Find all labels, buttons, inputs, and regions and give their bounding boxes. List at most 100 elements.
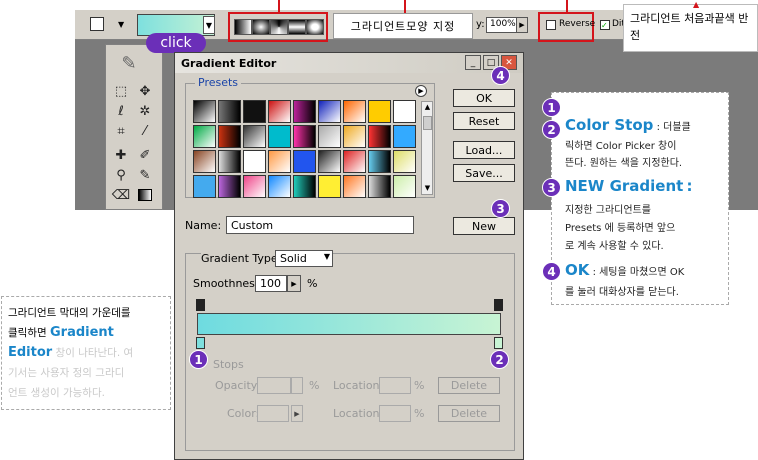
- preset-swatch[interactable]: [293, 150, 316, 173]
- scroll-down-icon[interactable]: ▼: [423, 184, 432, 193]
- dialog-title: Gradient Editor: [181, 56, 277, 70]
- healing-brush-icon[interactable]: ✚: [110, 145, 132, 165]
- gradient-bar[interactable]: [197, 313, 501, 335]
- load-button[interactable]: Load...: [453, 141, 515, 159]
- move-tool-icon[interactable]: ✥: [134, 81, 156, 101]
- brush-tool-icon[interactable]: ✐: [134, 145, 156, 165]
- tool-preset-icon[interactable]: [90, 17, 104, 31]
- left-note-line5: 언트 생성이 가능하다.: [8, 387, 105, 399]
- preset-swatch[interactable]: [293, 100, 316, 123]
- linear-gradient-button[interactable]: [234, 19, 252, 35]
- preset-swatch[interactable]: [268, 100, 291, 123]
- opacity-stop-right[interactable]: [494, 299, 503, 311]
- preset-swatch[interactable]: [193, 150, 216, 173]
- preset-swatch[interactable]: [318, 125, 341, 148]
- save-button[interactable]: Save...: [453, 164, 515, 182]
- gradient-type-select[interactable]: Solid ▼: [275, 250, 333, 267]
- radial-gradient-button[interactable]: [252, 19, 270, 35]
- preset-swatch[interactable]: [343, 100, 366, 123]
- preset-swatch[interactable]: [318, 150, 341, 173]
- preset-swatch[interactable]: [243, 150, 266, 173]
- preset-swatch[interactable]: [393, 125, 416, 148]
- preset-swatch[interactable]: [243, 125, 266, 148]
- preset-swatch[interactable]: [293, 125, 316, 148]
- opacity-arrow-icon[interactable]: ▶: [516, 17, 528, 33]
- marquee-tool-icon[interactable]: ⬚: [110, 81, 132, 101]
- magic-wand-icon[interactable]: ✲: [134, 101, 156, 121]
- crop-tool-icon[interactable]: ⌗: [110, 121, 132, 141]
- preset-swatch[interactable]: [268, 150, 291, 173]
- preset-swatch[interactable]: [193, 100, 216, 123]
- color-location-input[interactable]: [379, 405, 411, 422]
- eraser-tool-icon[interactable]: ⌫: [110, 185, 132, 205]
- gradient-dropdown-icon[interactable]: ▼: [203, 16, 215, 34]
- preset-swatch[interactable]: [243, 175, 266, 198]
- preset-swatch[interactable]: [268, 125, 291, 148]
- opacity-stop-arrow[interactable]: [291, 377, 303, 394]
- preset-swatch[interactable]: [218, 175, 241, 198]
- color-stop-right[interactable]: [494, 337, 503, 349]
- scroll-thumb[interactable]: [423, 116, 432, 130]
- smoothness-arrow-icon[interactable]: ▶: [287, 275, 301, 292]
- lasso-tool-icon[interactable]: ℓ: [110, 101, 132, 121]
- color-stop-text-a: : 더블클: [656, 122, 691, 133]
- preset-swatch[interactable]: [293, 175, 316, 198]
- reverse-checkbox[interactable]: [546, 20, 556, 30]
- preset-swatch[interactable]: [318, 100, 341, 123]
- gradient-tool-icon[interactable]: [134, 185, 156, 205]
- preset-swatch[interactable]: [318, 175, 341, 198]
- diamond-gradient-button[interactable]: [306, 19, 324, 35]
- minimize-icon[interactable]: _: [465, 55, 481, 70]
- opacity-location-label: Location:: [333, 379, 384, 392]
- preset-swatch[interactable]: [368, 125, 391, 148]
- preset-swatch[interactable]: [343, 175, 366, 198]
- preset-swatch[interactable]: [393, 150, 416, 173]
- color-arrow-icon[interactable]: ▶: [291, 405, 303, 422]
- preset-swatch[interactable]: [218, 125, 241, 148]
- reverse-note: 그라디언트 처음과끝색 반전: [623, 4, 758, 52]
- color-stop-text-b: 릭하면 Color Picker 창이: [565, 141, 677, 152]
- color-stop-title: Color Stop: [565, 116, 654, 134]
- stamp-tool-icon[interactable]: ⚲: [110, 165, 132, 185]
- preset-swatch[interactable]: [193, 175, 216, 198]
- opacity-label: Opacity:: [215, 379, 261, 392]
- preset-swatch[interactable]: [343, 125, 366, 148]
- preset-swatch[interactable]: [368, 150, 391, 173]
- new-button[interactable]: New: [453, 217, 515, 235]
- reset-button[interactable]: Reset: [453, 112, 515, 130]
- presets-label: Presets: [195, 76, 242, 89]
- chevron-down-icon[interactable]: ▼: [118, 20, 124, 29]
- angle-gradient-button[interactable]: [270, 19, 288, 35]
- reverse-label: Reverse: [559, 19, 596, 29]
- opacity-location-input[interactable]: [379, 377, 411, 394]
- preset-swatch[interactable]: [343, 150, 366, 173]
- ok-button[interactable]: OK: [453, 89, 515, 107]
- preset-swatch[interactable]: [218, 150, 241, 173]
- preset-swatch[interactable]: [193, 125, 216, 148]
- dither-checkbox[interactable]: ✓: [600, 20, 610, 30]
- presets-scrollbar[interactable]: ▲ ▼: [421, 101, 433, 195]
- preset-swatch[interactable]: [393, 100, 416, 123]
- gradient-type-label: Gradient Type:: [201, 252, 282, 265]
- preset-swatch[interactable]: [368, 175, 391, 198]
- delete-color-button[interactable]: Delete: [438, 405, 500, 422]
- opacity-stop-left[interactable]: [196, 299, 205, 311]
- presets-menu-icon[interactable]: ▶: [415, 85, 427, 97]
- slice-tool-icon[interactable]: ⁄: [134, 121, 156, 141]
- color-swatch[interactable]: [257, 405, 289, 422]
- reflected-gradient-button[interactable]: [288, 19, 306, 35]
- color-stop-left[interactable]: [196, 337, 205, 349]
- smoothness-input[interactable]: 100: [255, 275, 287, 292]
- preset-swatch[interactable]: [218, 100, 241, 123]
- scroll-up-icon[interactable]: ▲: [423, 103, 432, 112]
- preset-swatch[interactable]: [393, 175, 416, 198]
- preset-swatch[interactable]: [368, 100, 391, 123]
- name-input[interactable]: Custom: [226, 216, 414, 234]
- opacity-stop-input[interactable]: [257, 377, 291, 394]
- preset-swatch[interactable]: [268, 175, 291, 198]
- preset-swatch[interactable]: [243, 100, 266, 123]
- new-gradient-text-b: Presets 에 등록하면 앞으: [565, 223, 676, 234]
- callout-line: [566, 0, 568, 12]
- history-brush-icon[interactable]: ✎: [134, 165, 156, 185]
- delete-opacity-button[interactable]: Delete: [438, 377, 500, 394]
